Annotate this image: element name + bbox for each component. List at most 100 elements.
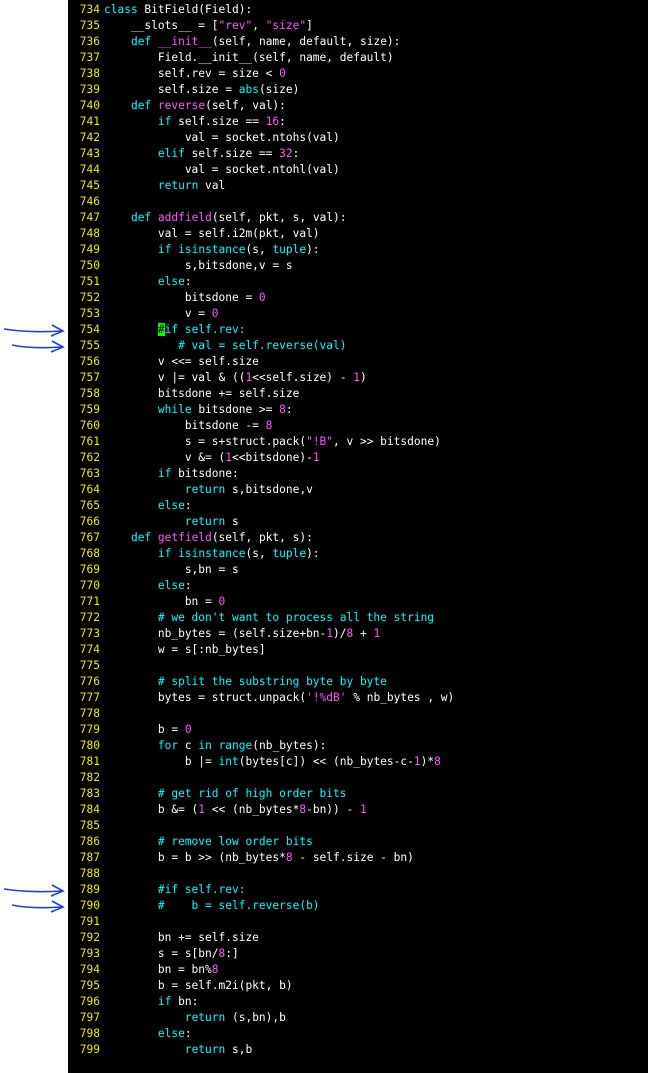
code-line[interactable]: 781 b |= int(bytes[c]) << (nb_bytes-c-1)… <box>68 754 648 770</box>
code-line[interactable]: 794 bn = bn%8 <box>68 962 648 978</box>
code-line[interactable]: 758 bitsdone += self.size <box>68 386 648 402</box>
code-line[interactable]: 755 # val = self.reverse(val) <box>68 338 648 354</box>
code-line[interactable]: 792 bn += self.size <box>68 930 648 946</box>
code-token: bn += self.size <box>104 931 259 944</box>
code-line[interactable]: 783 # get rid of high order bits <box>68 786 648 802</box>
line-number: 773 <box>79 627 100 640</box>
code-token: (self, pkt, s): <box>211 531 313 544</box>
code-line[interactable]: 793 s = s[bn/8:] <box>68 946 648 962</box>
line-number: 742 <box>79 131 100 144</box>
code-line[interactable]: 788 <box>68 866 648 882</box>
code-line[interactable]: 736 def __init__(self, name, default, si… <box>68 34 648 50</box>
code-line[interactable]: 787 b = b >> (nb_bytes*8 - self.size - b… <box>68 850 648 866</box>
code-line[interactable]: 790 # b = self.reverse(b) <box>68 898 648 914</box>
code-token: )* <box>420 755 435 768</box>
code-line[interactable]: 764 return s,bitsdone,v <box>68 482 648 498</box>
code-line[interactable]: 744 val = socket.ntohl(val) <box>68 162 648 178</box>
code-line[interactable]: 791 <box>68 914 648 930</box>
code-token: isinstance <box>178 547 246 560</box>
code-line[interactable]: 762 v &= (1<<bitsdone)-1 <box>68 450 648 466</box>
code-line[interactable]: 782 <box>68 770 648 786</box>
line-number: 753 <box>79 307 100 320</box>
code-line[interactable]: 746 <box>68 194 648 210</box>
code-line[interactable]: 784 b &= (1 << (nb_bytes*8-bn)) - 1 <box>68 802 648 818</box>
code-line[interactable]: 767 def getfield(self, pkt, s): <box>68 530 648 546</box>
code-line[interactable]: 752 bitsdone = 0 <box>68 290 648 306</box>
code-editor[interactable]: 734 class BitField(Field): 735 __slots__ =… <box>68 0 648 1073</box>
code-line[interactable]: 768 if isinstance(s, tuple): <box>68 546 648 562</box>
code-line[interactable]: 753 v = 0 <box>68 306 648 322</box>
code-line[interactable]: 778 <box>68 706 648 722</box>
code-token: bitsdone += self.size <box>104 387 300 400</box>
code-line[interactable]: 796 if bn: <box>68 994 648 1010</box>
code-line[interactable]: 795 b = self.m2i(pkt, b) <box>68 978 648 994</box>
code-line[interactable]: 777 bytes = struct.unpack('!%dB' % nb_by… <box>68 690 648 706</box>
code-token: )/ <box>333 627 347 640</box>
code-line[interactable]: 779 b = 0 <box>68 722 648 738</box>
code-token: def <box>130 531 152 544</box>
code-token: b = <box>104 723 185 736</box>
code-line[interactable]: 772 # we don't want to process all the s… <box>68 610 648 626</box>
code-line[interactable]: 756 v <<= self.size <box>68 354 648 370</box>
code-line[interactable]: 747 def addfield(self, pkt, s, val): <box>68 210 648 226</box>
code-line[interactable]: 789 #if self.rev: <box>68 882 648 898</box>
line-number: 771 <box>79 595 100 608</box>
code-line[interactable]: 738 self.rev = size < 0 <box>68 66 648 82</box>
code-token: range <box>218 739 253 752</box>
code-line[interactable]: 737 Field.__init__(self, name, default) <box>68 50 648 66</box>
code-line[interactable]: 745 return val <box>68 178 648 194</box>
code-line[interactable]: 780 for c in range(nb_bytes): <box>68 738 648 754</box>
code-line[interactable]: 749 if isinstance(s, tuple): <box>68 242 648 258</box>
code-token: else <box>157 1027 185 1040</box>
code-line[interactable]: 786 # remove low order bits <box>68 834 648 850</box>
code-line[interactable]: 785 <box>68 818 648 834</box>
code-token: return <box>157 179 199 192</box>
code-lines[interactable]: 734 class BitField(Field): 735 __slots__ =… <box>68 2 648 1058</box>
code-token: 16 <box>265 115 280 128</box>
code-line[interactable]: 741 if self.size == 16: <box>68 114 648 130</box>
code-token: 8 <box>211 963 219 976</box>
code-line[interactable]: 776 # split the substring byte by byte <box>68 674 648 690</box>
code-token: reverse <box>157 99 206 112</box>
code-line[interactable]: 769 s,bn = s <box>68 562 648 578</box>
code-token: b &= ( <box>104 803 199 816</box>
line-number: 752 <box>79 291 100 304</box>
code-line[interactable]: 775 <box>68 658 648 674</box>
code-token: << (nb_bytes* <box>205 803 300 816</box>
code-line[interactable]: 759 while bitsdone >= 8: <box>68 402 648 418</box>
code-line[interactable]: 735 __slots__ = ["rev", "size"] <box>68 18 648 34</box>
code-line[interactable]: 751 else: <box>68 274 648 290</box>
code-line[interactable]: 748 val = self.i2m(pkt, val) <box>68 226 648 242</box>
code-line[interactable]: 765 else: <box>68 498 648 514</box>
line-number: 779 <box>79 723 100 736</box>
code-line[interactable]: 763 if bitsdone: <box>68 466 648 482</box>
code-line[interactable]: 773 nb_bytes = (self.size+bn-1)/8 + 1 <box>68 626 648 642</box>
code-line[interactable]: 770 else: <box>68 578 648 594</box>
code-line[interactable]: 740 def reverse(self, val): <box>68 98 648 114</box>
code-line[interactable]: 739 self.size = abs(size) <box>68 82 648 98</box>
code-token: 0 <box>258 291 266 304</box>
code-line[interactable]: 771 bn = 0 <box>68 594 648 610</box>
code-line[interactable]: 766 return s <box>68 514 648 530</box>
code-line[interactable]: 743 elif self.size == 32: <box>68 146 648 162</box>
code-line[interactable]: 754 #if self.rev: <box>68 322 648 338</box>
code-line[interactable]: 799 return s,b <box>68 1042 648 1058</box>
code-line[interactable]: 774 w = s[:nb_bytes] <box>68 642 648 658</box>
code-line[interactable]: 798 else: <box>68 1026 648 1042</box>
line-number: 736 <box>79 35 100 48</box>
code-line[interactable]: 757 v |= val & ((1<<self.size) - 1) <box>68 370 648 386</box>
code-line[interactable]: 734 class BitField(Field): <box>68 2 648 18</box>
code-line[interactable]: 742 val = socket.ntohs(val) <box>68 130 648 146</box>
code-line[interactable]: 797 return (s,bn),b <box>68 1010 648 1026</box>
code-line[interactable]: 761 s = s+struct.pack("!B", v >> bitsdon… <box>68 434 648 450</box>
code-token: if <box>157 547 172 560</box>
code-line[interactable]: 750 s,bitsdone,v = s <box>68 258 648 274</box>
code-line[interactable]: 760 bitsdone -= 8 <box>68 418 648 434</box>
